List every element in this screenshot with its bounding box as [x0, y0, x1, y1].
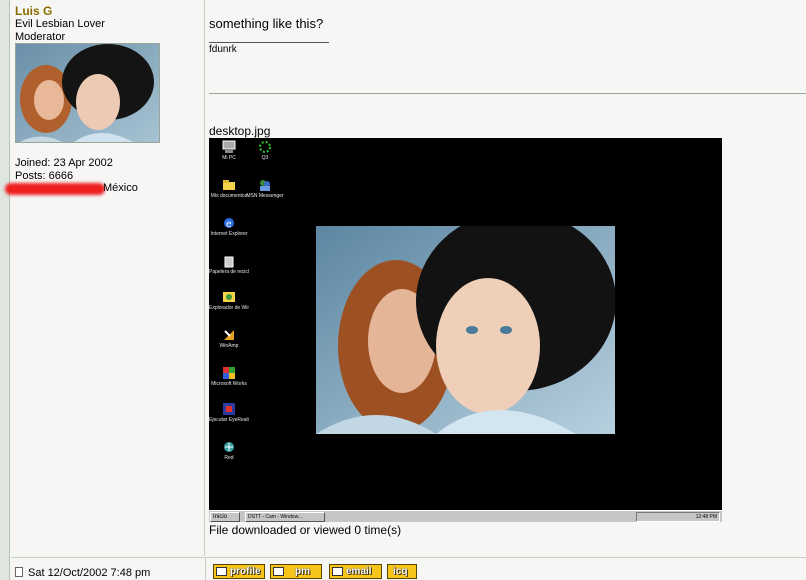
- attachment-divider: [209, 93, 806, 94]
- email-button[interactable]: email: [329, 564, 382, 579]
- network-icon: [222, 440, 236, 454]
- game-icon: [258, 140, 272, 154]
- forum-post: Luis G Evil Lesbian Lover Moderator Join…: [0, 0, 806, 580]
- svg-text:e: e: [226, 219, 232, 230]
- username[interactable]: Luis G: [15, 4, 52, 18]
- messenger-icon: [258, 178, 272, 192]
- avatar: [15, 43, 160, 143]
- desktop-icon: Microsoft Works: [209, 366, 249, 387]
- explorer-icon: [222, 290, 236, 304]
- desktop-icon: Ejecutar EyeRealize: [209, 402, 249, 423]
- post-footer: Sat 12/Oct/2002 7:48 pm profile pm email…: [11, 557, 806, 580]
- desktop-icon: Explorador de Windows: [209, 290, 249, 311]
- joined-date: Joined: 23 Apr 2002: [15, 157, 113, 169]
- folder-icon: [222, 178, 236, 192]
- profile-icon: [216, 567, 227, 576]
- post-column: something like this? fdunrk desktop.jpg …: [206, 0, 806, 556]
- icq-button[interactable]: icq: [387, 564, 417, 579]
- attachment-name[interactable]: desktop.jpg: [209, 124, 270, 138]
- desktop-icon: MSN Messenger: [245, 178, 285, 199]
- post-time-text: Sat 12/Oct/2002 7:48 pm: [28, 567, 151, 579]
- desktop-icon: Q3: [245, 140, 285, 161]
- avatar-photo: [16, 44, 159, 142]
- computer-icon: [222, 140, 236, 154]
- desktop-icon: Red: [209, 440, 249, 461]
- post-document-icon[interactable]: [15, 567, 23, 577]
- post-timestamp: Sat 12/Oct/2002 7:48 pm: [15, 567, 150, 579]
- ie-icon: e: [222, 216, 236, 230]
- left-border: [0, 0, 10, 580]
- desktop-icon: Mi PC: [209, 140, 249, 161]
- winamp-icon: [222, 328, 236, 342]
- profile-button[interactable]: profile: [213, 564, 265, 579]
- pm-button[interactable]: pm: [270, 564, 322, 579]
- email-icon: [332, 567, 343, 576]
- user-title: Evil Lesbian Lover: [15, 18, 105, 30]
- post-body: something like this?: [209, 16, 324, 31]
- redaction-mark: [5, 183, 105, 195]
- desktop-icon: Papelera de reciclaje: [209, 254, 249, 275]
- location: México: [103, 182, 138, 194]
- profile-column: Luis G Evil Lesbian Lover Moderator Join…: [5, 0, 205, 556]
- download-count: File downloaded or viewed 0 time(s): [209, 523, 402, 537]
- signature-divider: [209, 42, 329, 43]
- desktop-icon: e Internet Explorer: [209, 216, 249, 237]
- taskbar: Inicio DSTT - Cam - Window... 12:48 PM: [209, 510, 722, 522]
- footer-divider: [205, 558, 206, 580]
- user-rank: Moderator: [15, 31, 66, 43]
- taskbar-window-button: DSTT - Cam - Window...: [245, 512, 325, 522]
- post-count: Posts: 6666: [15, 170, 74, 182]
- desktop-icon: Mis documentos: [209, 178, 249, 199]
- start-button: Inicio: [210, 512, 240, 522]
- recycle-bin-icon: [222, 254, 236, 268]
- signature: fdunrk: [209, 44, 237, 55]
- wallpaper-photo: [316, 226, 615, 434]
- location-row: México: [5, 182, 195, 196]
- app-icon: [222, 402, 236, 416]
- system-tray: 12:48 PM: [636, 512, 720, 522]
- desktop-icon: WinAmp: [209, 328, 249, 349]
- pm-icon: [273, 567, 284, 576]
- works-icon: [222, 366, 236, 380]
- attachment-image[interactable]: Mi PC Q3 Mis documentos MSN Messenger e …: [209, 138, 722, 522]
